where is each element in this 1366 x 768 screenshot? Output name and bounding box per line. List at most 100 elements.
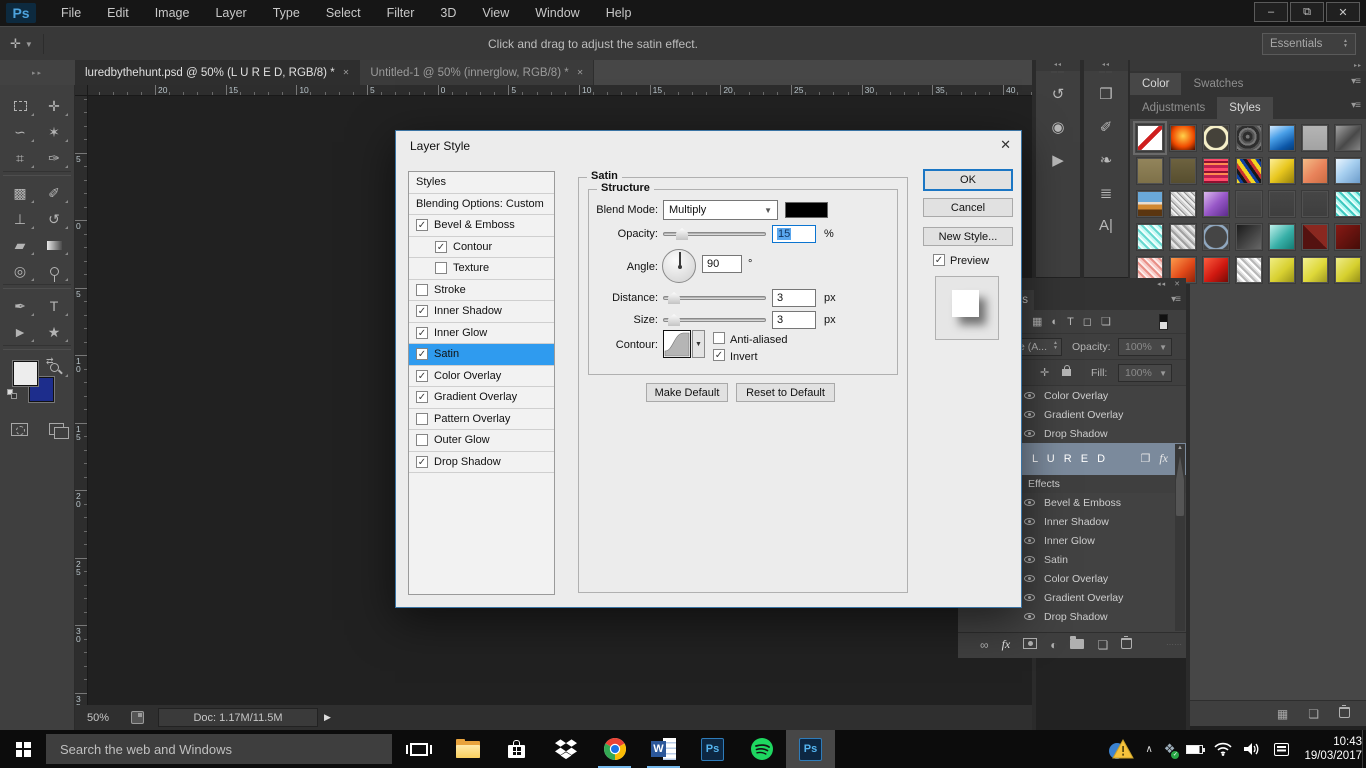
brush-tool[interactable]: ✐ xyxy=(37,180,71,206)
style-yellowgreen-bevel-3[interactable] xyxy=(1334,256,1362,284)
filter-adjustment-layers-icon[interactable]: ◐ xyxy=(1051,316,1058,328)
style-dark-outline-1[interactable] xyxy=(1268,190,1296,218)
gradient-tool[interactable] xyxy=(37,232,71,258)
style-landscape[interactable] xyxy=(1136,190,1164,218)
toolbar-dock-header[interactable]: ▸▸ xyxy=(0,60,75,85)
style-gray-noise[interactable] xyxy=(1169,223,1197,251)
new-style-button[interactable]: New Style... xyxy=(923,227,1013,246)
wifi-icon[interactable] xyxy=(1214,742,1232,756)
anti-aliased-checkbox[interactable] xyxy=(713,332,725,344)
style-white-noise[interactable] xyxy=(1235,256,1263,284)
clone-source-panel-button[interactable]: ≣ xyxy=(1084,176,1128,209)
photoshop-active-button[interactable]: Ps xyxy=(786,730,835,768)
style-maroon-split[interactable] xyxy=(1301,223,1329,251)
checkbox[interactable] xyxy=(416,413,428,425)
menu-view[interactable]: View xyxy=(469,0,522,26)
layer-fill-select[interactable]: 100% ▼ xyxy=(1118,364,1172,382)
style-list-item-color-overlay[interactable]: ✓Color Overlay xyxy=(409,366,554,388)
style-list-item-contour[interactable]: ✓Contour xyxy=(409,237,554,259)
style-list-item-bevel-emboss[interactable]: ✓Bevel & Emboss xyxy=(409,215,554,237)
word-button[interactable]: W xyxy=(639,730,688,768)
tab-close-icon[interactable]: ✕ xyxy=(577,68,584,77)
taskbar-search-input[interactable] xyxy=(46,734,392,764)
filter-toggle-icon[interactable] xyxy=(1159,314,1168,330)
volume-icon[interactable] xyxy=(1243,742,1263,756)
crop-tool[interactable]: ⌗ xyxy=(3,145,37,171)
collapse-dock-icon[interactable]: ◂◂ xyxy=(1157,280,1166,288)
panel-menu-icon[interactable]: ▾≡ xyxy=(1351,76,1360,87)
style-list-item-inner-shadow[interactable]: ✓Inner Shadow xyxy=(409,301,554,323)
filter-smart-objects-icon[interactable]: ❏ xyxy=(1101,315,1111,328)
menu-3d[interactable]: 3D xyxy=(427,0,469,26)
character-panel-button[interactable]: A| xyxy=(1084,209,1128,242)
style-slate-outline[interactable] xyxy=(1202,223,1230,251)
style-red-glow[interactable] xyxy=(1169,124,1197,152)
layer-effects-icon[interactable]: fx xyxy=(1002,637,1011,652)
filter-type-layers-icon[interactable]: T xyxy=(1067,316,1074,328)
tool-preset-picker[interactable]: ✛ ▼ xyxy=(10,34,44,54)
screen-mode-button[interactable] xyxy=(49,423,64,435)
preview-checkbox[interactable]: ✓ xyxy=(933,254,945,266)
chrome-button[interactable] xyxy=(590,730,639,768)
tab-adjustments[interactable]: Adjustments xyxy=(1130,97,1217,119)
default-colors-icon[interactable] xyxy=(7,389,19,399)
style-red-stripes[interactable] xyxy=(1202,157,1230,185)
document-tab[interactable]: Untitled-1 @ 50% (innerglow, RGB/8) *✕ xyxy=(360,60,594,85)
style-list-item-drop-shadow[interactable]: ✓Drop Shadow xyxy=(409,452,554,474)
expand-dock-icon[interactable]: ▸▸ xyxy=(1130,60,1366,71)
filter-pixel-layers-icon[interactable]: ▦ xyxy=(1032,315,1042,328)
windows-store-button[interactable] xyxy=(492,730,541,768)
style-purple-bevel[interactable] xyxy=(1202,190,1230,218)
restore-button[interactable]: ⧉ xyxy=(1290,2,1324,22)
history-brush-tool[interactable]: ↺ xyxy=(37,206,71,232)
tab-close-icon[interactable]: ✕ xyxy=(343,68,350,77)
photoshop-button[interactable]: Ps xyxy=(688,730,737,768)
contour-picker[interactable] xyxy=(663,330,691,358)
style-list-item-outer-glow[interactable]: Outer Glow xyxy=(409,430,554,452)
menu-layer[interactable]: Layer xyxy=(202,0,259,26)
checkbox[interactable]: ✓ xyxy=(435,241,447,253)
lasso-tool[interactable]: ∽ xyxy=(3,119,37,145)
zoom-level-field[interactable]: 50% xyxy=(87,712,131,724)
checkbox[interactable]: ✓ xyxy=(416,327,428,339)
move-tool[interactable]: ✛ xyxy=(37,93,71,119)
document-tab[interactable]: luredbythehunt.psd @ 50% (L U R E D, RGB… xyxy=(75,60,360,85)
dialog-close-icon[interactable]: ✕ xyxy=(1000,137,1011,153)
visibility-eye-icon[interactable] xyxy=(1024,575,1035,582)
satin-color-swatch[interactable] xyxy=(785,202,828,218)
reset-to-default-button[interactable]: Reset to Default xyxy=(736,383,835,402)
blur-tool[interactable]: ◎ xyxy=(3,258,37,284)
distance-slider[interactable] xyxy=(663,296,766,300)
visibility-eye-icon[interactable] xyxy=(1024,499,1035,506)
close-button[interactable]: ✕ xyxy=(1326,2,1360,22)
style-list-item-styles[interactable]: Styles xyxy=(409,172,554,194)
dodge-tool[interactable] xyxy=(37,258,71,284)
size-field[interactable]: 3 xyxy=(772,311,816,329)
tab-color[interactable]: Color xyxy=(1130,73,1181,95)
visibility-eye-icon[interactable] xyxy=(1024,392,1035,399)
style-black-gradient[interactable] xyxy=(1235,223,1263,251)
magic-wand-tool[interactable]: ✶ xyxy=(37,119,71,145)
lock-position-icon[interactable]: ✛ xyxy=(1040,366,1049,379)
thumbnail-size-icon[interactable]: ▦ xyxy=(1277,707,1288,721)
style-dark-outline-2[interactable] xyxy=(1301,190,1329,218)
style-list-item-satin[interactable]: ✓Satin xyxy=(409,344,554,366)
eyedropper-tool[interactable]: ✑ xyxy=(37,145,71,171)
battery-icon[interactable] xyxy=(1186,745,1203,754)
style-yellowgreen-bevel-1[interactable] xyxy=(1268,256,1296,284)
spot-healing-brush-tool[interactable]: ▩ xyxy=(3,180,37,206)
adjustment-layer-icon[interactable]: ◐ xyxy=(1050,638,1057,652)
layers-scrollbar[interactable]: ▲ xyxy=(1175,444,1185,631)
blend-mode-dropdown[interactable]: Multiply ▼ xyxy=(663,200,778,220)
foreground-color-swatch[interactable] xyxy=(13,361,38,386)
checkbox[interactable]: ✓ xyxy=(416,305,428,317)
eraser-tool[interactable]: ▰ xyxy=(3,232,37,258)
link-layers-icon[interactable]: ∞ xyxy=(980,638,989,652)
new-item-icon[interactable]: ❏ xyxy=(1308,707,1319,721)
path-selection-tool[interactable]: ► xyxy=(3,319,37,345)
show-desktop-button[interactable] xyxy=(1362,730,1366,768)
size-slider[interactable] xyxy=(663,318,766,322)
tab-styles[interactable]: Styles xyxy=(1217,97,1272,119)
ok-button[interactable]: OK xyxy=(923,169,1013,191)
workspace-switcher[interactable]: Essentials ▲▼ xyxy=(1262,33,1356,55)
